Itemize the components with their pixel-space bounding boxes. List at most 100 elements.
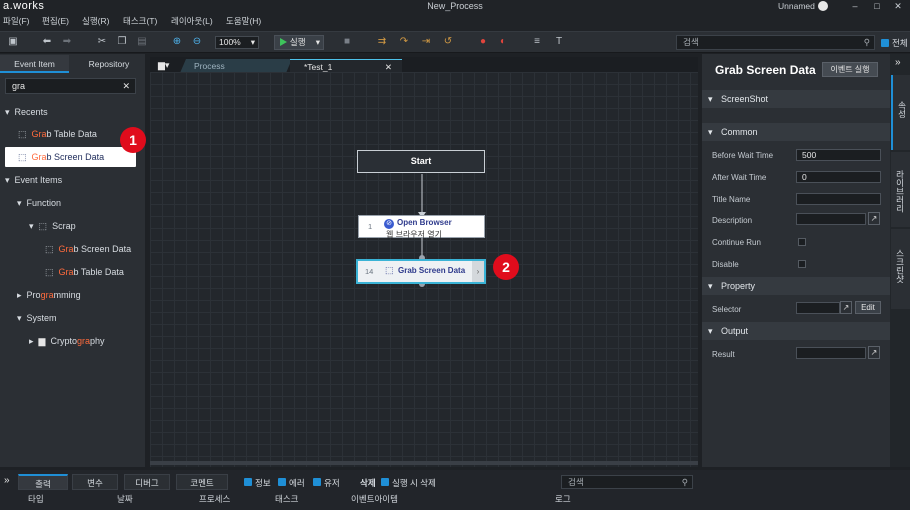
minimize-icon[interactable]: – [848, 0, 862, 12]
section-screenshot[interactable]: ▾ ScreenShot [702, 90, 890, 108]
node-subtitle: 웹 브라우저 열기 [386, 230, 442, 239]
tab-variables[interactable]: 변수 [72, 474, 118, 490]
scrap-grab-screen[interactable]: ⬚ Grab Screen Data [45, 244, 131, 255]
zoom-select[interactable]: 100% ▾ [215, 36, 259, 49]
run-event-button[interactable]: 이벤트 실행 [822, 62, 878, 77]
copy-icon[interactable]: ❐ [115, 35, 129, 49]
text-icon[interactable]: T [552, 35, 566, 49]
redo-icon[interactable]: ➡ [60, 35, 74, 49]
expand-icon: ▾ [17, 198, 22, 208]
section-common[interactable]: ▾ Common [702, 123, 890, 141]
selector-input[interactable] [796, 302, 840, 314]
user-name[interactable]: Unnamed [778, 1, 815, 11]
before-wait-input[interactable]: 500 [796, 149, 881, 161]
tab-output[interactable]: 출력 [18, 474, 68, 490]
system-node[interactable]: ▾ System [17, 313, 57, 324]
delete-button[interactable]: 삭제 [360, 477, 376, 489]
menu-edit[interactable]: 편집(E) [42, 15, 69, 27]
function-node[interactable]: ▾ Function [17, 198, 61, 209]
after-wait-input[interactable]: 0 [796, 171, 881, 183]
recents-node[interactable]: ▾ Recents [5, 107, 48, 118]
side-tab-library[interactable]: 라이브러리 [891, 152, 910, 227]
event-search-input[interactable]: gra ✕ [5, 78, 136, 94]
side-tab-screenshot[interactable]: 스크린샷 [891, 229, 910, 309]
tab-process[interactable]: Process [180, 59, 292, 73]
info-checkbox[interactable] [244, 478, 252, 486]
title-name-label: Title Name [712, 195, 751, 204]
description-edit-icon[interactable]: ↗ [868, 212, 880, 225]
programming-node[interactable]: ▸ Programming [17, 290, 81, 301]
scrap-grab-table[interactable]: ⬚ Grab Table Data [45, 267, 124, 278]
selector-open-icon[interactable]: ↗ [840, 301, 852, 314]
section-property[interactable]: ▾ Property [702, 277, 890, 295]
clear-icon[interactable]: ✕ [122, 79, 130, 93]
error-checkbox[interactable] [278, 478, 286, 486]
stop-icon[interactable]: ■ [340, 35, 354, 49]
title-name-input[interactable] [796, 193, 881, 205]
paste-icon[interactable]: ▤ [135, 35, 149, 49]
all-checkbox[interactable] [881, 39, 889, 47]
recent-grab-table[interactable]: ⬚ Grab Table Data [18, 129, 97, 140]
step-into-icon[interactable]: ↷ [397, 35, 411, 49]
toolbar-search-input[interactable]: 검색 ⚲ [676, 35, 875, 50]
result-input[interactable] [796, 347, 866, 359]
grab-icon: ⬚ [45, 244, 54, 254]
close-icon[interactable]: ✕ [891, 0, 905, 12]
open-browser-node[interactable]: 1 ⊘ Open Browser 웹 브라우저 열기 [358, 215, 485, 239]
step-out-icon[interactable]: ⇥ [419, 35, 433, 49]
annotation-marker-2: 2 [493, 254, 519, 280]
zoom-out-icon[interactable]: ⊖ [190, 35, 204, 49]
section-output[interactable]: ▾ Output [702, 322, 890, 340]
tab-repository[interactable]: Repository [73, 55, 145, 73]
grab-screen-data-node[interactable]: 14 ⬚ Grab Screen Data › [356, 259, 486, 284]
after-wait-label: After Wait Time [712, 173, 767, 182]
item-text: Crypto [50, 336, 77, 346]
run-dropdown-icon[interactable]: ▾ [316, 36, 320, 49]
menu-layout[interactable]: 레이아웃(L) [171, 15, 213, 27]
column-process: 프로세스 [199, 494, 231, 504]
new-document-icon[interactable]: ▆▾ [158, 60, 169, 71]
align-icon[interactable]: ≡ [530, 35, 544, 49]
tab-test-1[interactable]: *Test_1 ✕ [290, 59, 402, 73]
menu-task[interactable]: 태스크(T) [123, 15, 157, 27]
menu-file[interactable]: 파일(F) [3, 15, 30, 27]
zoom-in-icon[interactable]: ⊕ [170, 35, 184, 49]
tab-comment[interactable]: 코멘트 [176, 474, 228, 490]
disable-checkbox[interactable] [798, 260, 806, 268]
cryptography-node[interactable]: ▸ ▆ Cryptography [29, 336, 105, 347]
window-title: New_Process [427, 1, 483, 11]
description-input[interactable] [796, 213, 866, 225]
tab-event-item[interactable]: Event Item [0, 55, 69, 73]
section-label: Common [721, 127, 758, 137]
menu-run[interactable]: 실행(R) [82, 15, 109, 27]
result-edit-icon[interactable]: ↗ [868, 346, 880, 359]
scrap-node[interactable]: ▾ ⬚ Scrap [29, 221, 76, 232]
breakpoint-add-icon[interactable]: ● [476, 35, 490, 49]
cut-icon[interactable]: ✂ [95, 35, 109, 49]
event-items-node[interactable]: ▾ Event Items [5, 175, 62, 186]
avatar[interactable] [818, 1, 828, 11]
collapse-output-icon[interactable]: » [4, 475, 10, 486]
item-text: b Table Data [46, 129, 97, 139]
menu-help[interactable]: 도움말(H) [226, 15, 261, 27]
delete-on-run-checkbox[interactable] [381, 478, 389, 486]
user-checkbox[interactable] [313, 478, 321, 486]
expand-icon: ▾ [708, 281, 713, 291]
start-node[interactable]: Start [357, 150, 485, 173]
continue-run-checkbox[interactable] [798, 238, 806, 246]
maximize-icon[interactable]: □ [870, 0, 884, 12]
undo-icon[interactable]: ⬅ [40, 35, 54, 49]
node-expand-icon[interactable]: › [472, 261, 484, 282]
run-button[interactable]: ▶ 실행 ▾ [274, 35, 324, 50]
recent-grab-screen[interactable]: ⬚ Grab Screen Data [18, 152, 104, 163]
selector-edit-button[interactable]: Edit [855, 301, 881, 314]
output-search-input[interactable]: 검색 ⚲ [561, 475, 693, 489]
match-text: Gra [31, 129, 47, 139]
save-icon[interactable]: ▣ [6, 35, 20, 49]
tab-debug[interactable]: 디버그 [124, 474, 170, 490]
restart-icon[interactable]: ↺ [441, 35, 455, 49]
breakpoint-clear-icon[interactable]: ◐ [496, 35, 510, 49]
collapse-panel-icon[interactable]: » [895, 57, 901, 68]
step-over-icon[interactable]: ⇉ [375, 35, 389, 49]
side-tab-properties[interactable]: 속성 [891, 75, 910, 150]
